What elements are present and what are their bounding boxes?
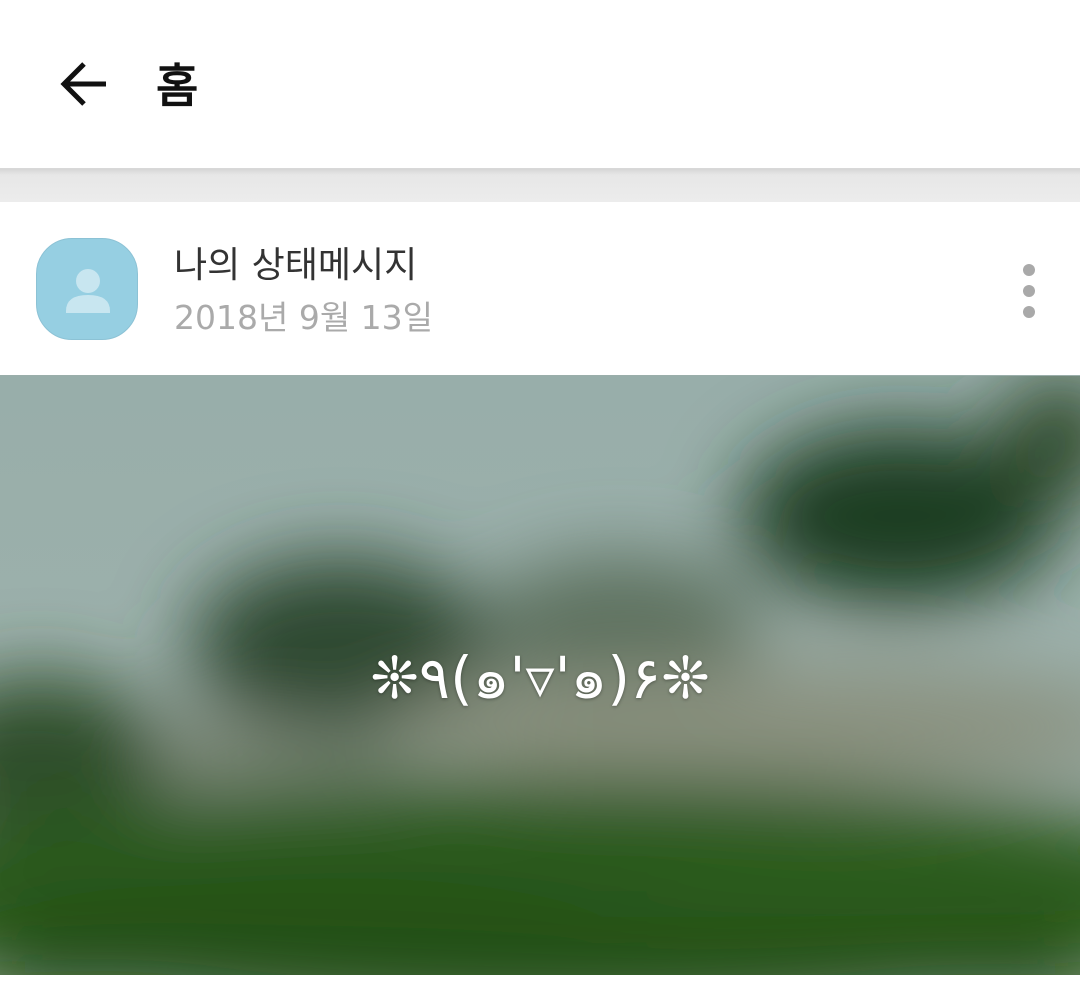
page-title: 홈	[156, 59, 199, 113]
person-icon	[66, 269, 110, 313]
bottom-edge	[0, 975, 1080, 986]
more-dot	[1023, 285, 1035, 297]
post-header: 나의 상태메시지 2018년 9월 13일	[0, 202, 1080, 375]
divider-band	[0, 169, 1080, 202]
arrow-left-icon	[60, 62, 106, 106]
more-vertical-icon	[1023, 264, 1035, 276]
author-name: 나의 상태메시지	[174, 245, 418, 286]
avatar[interactable]	[36, 238, 138, 340]
status-message: ❊٩(๑'▿'๑)۶❊	[370, 644, 710, 712]
more-options-button[interactable]	[1004, 254, 1054, 324]
app-bar: 홈	[0, 0, 1080, 169]
more-dot	[1023, 306, 1035, 318]
back-button[interactable]	[52, 52, 116, 116]
status-photo: ❊٩(๑'▿'๑)۶❊	[0, 375, 1080, 975]
post-date: 2018년 9월 13일	[174, 298, 434, 337]
